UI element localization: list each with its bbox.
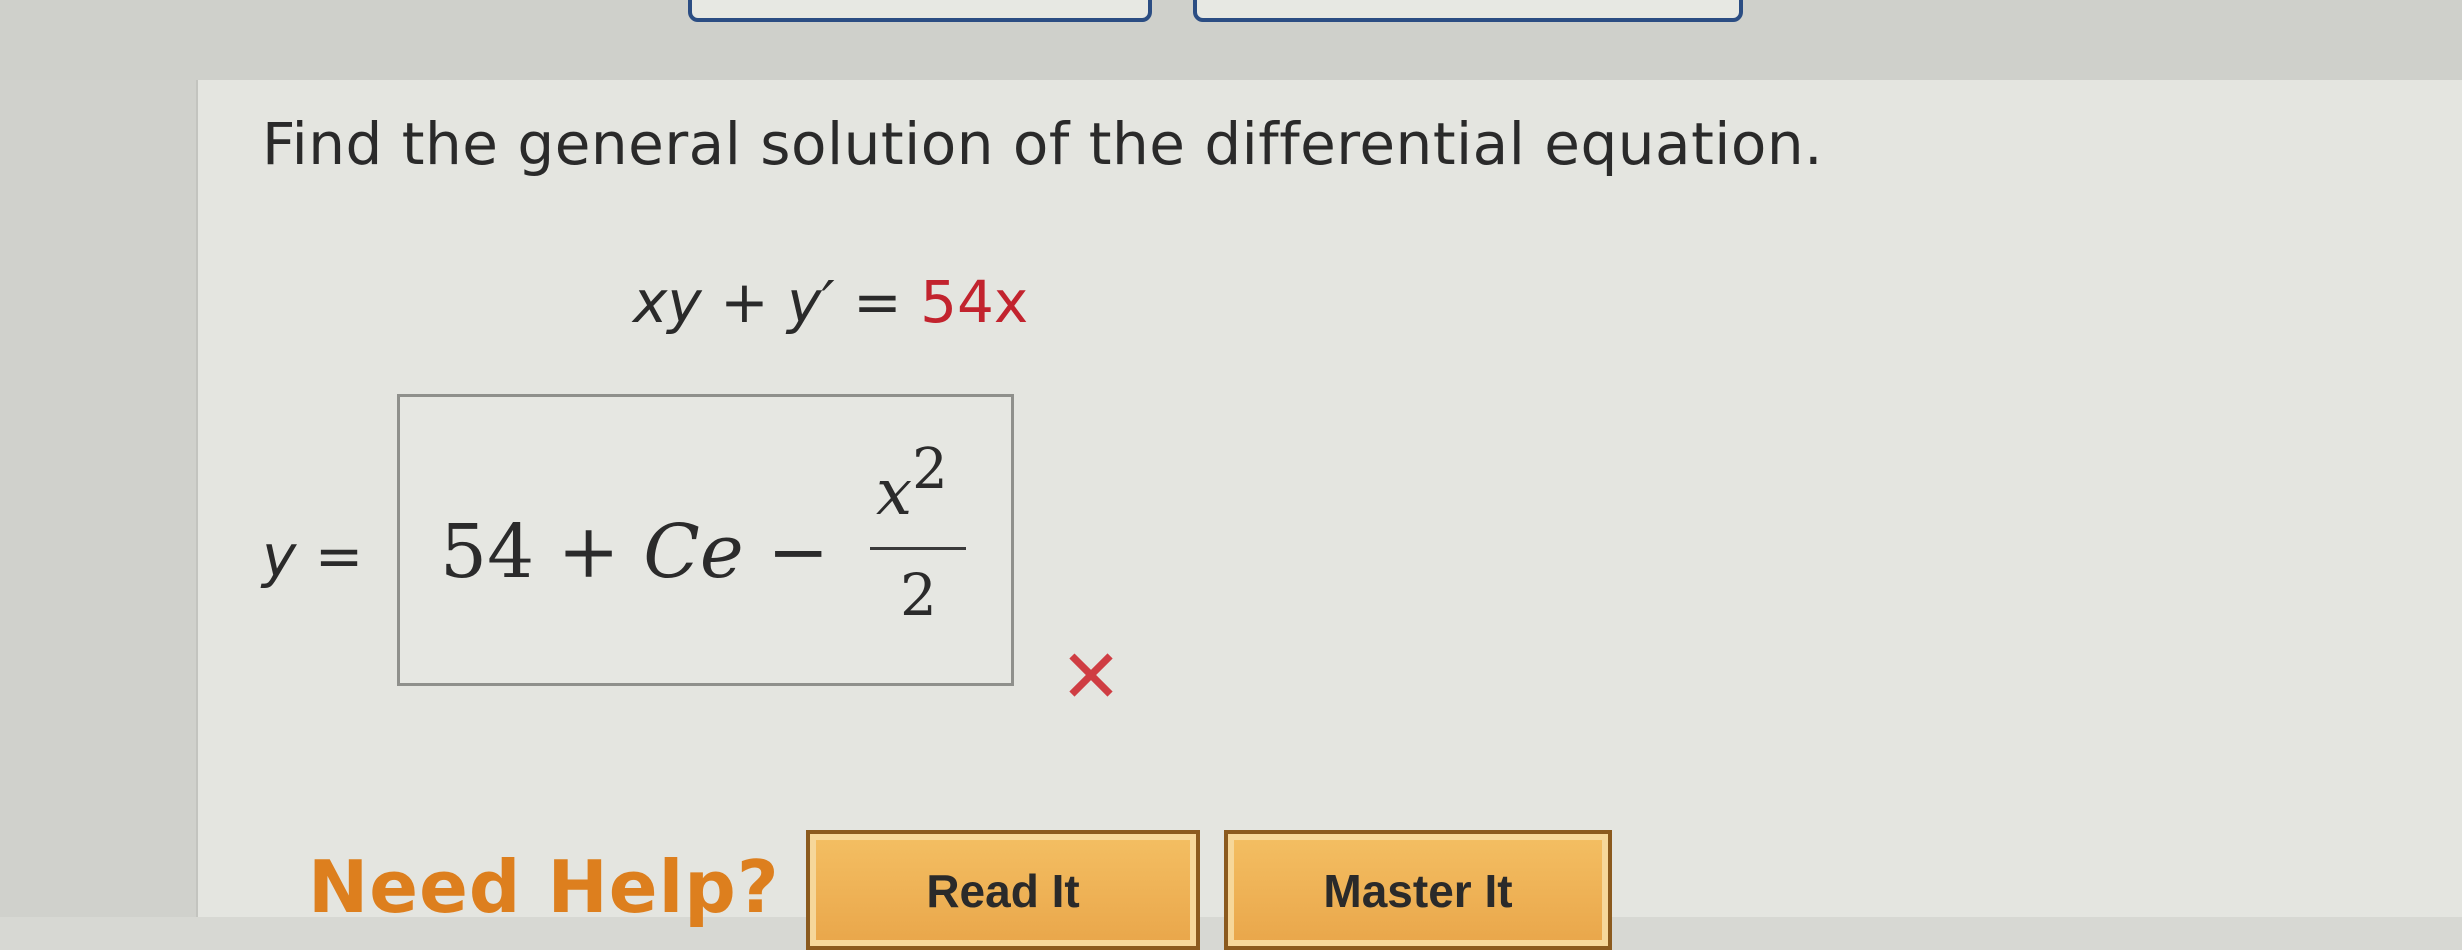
fraction-denominator: 2 bbox=[900, 561, 937, 629]
fraction-numerator: x2 bbox=[876, 437, 948, 530]
answer-minus: − bbox=[743, 509, 830, 595]
equation-lhs-xy: xy bbox=[633, 268, 702, 336]
left-margin bbox=[0, 80, 196, 917]
answer-input-box[interactable]: 54 + Ce − x2 2 bbox=[397, 394, 1014, 686]
fraction-numerator-var: x bbox=[876, 456, 913, 530]
equation-rhs: 54x bbox=[920, 268, 1029, 336]
answer-expression: 54 + Ce − bbox=[440, 509, 829, 595]
answer-label-equals: = bbox=[296, 522, 364, 590]
answer-label-y: y bbox=[262, 522, 297, 590]
top-toolbar-strip bbox=[0, 0, 2462, 80]
differential-equation: xy + y′ = 54x bbox=[633, 268, 1028, 336]
read-it-label: Read It bbox=[926, 865, 1080, 917]
equation-y-prime: y′ bbox=[787, 268, 835, 336]
master-it-button[interactable]: Master It bbox=[1224, 830, 1612, 950]
need-help-label: Need Help? bbox=[308, 845, 780, 929]
read-it-button[interactable]: Read It bbox=[806, 830, 1200, 950]
fraction-bar bbox=[870, 547, 966, 550]
answer-ce: Ce bbox=[643, 509, 744, 595]
question-prompt: Find the general solution of the differe… bbox=[262, 110, 1824, 178]
equation-equals: = bbox=[834, 268, 921, 336]
fraction-numerator-power: 2 bbox=[912, 437, 948, 502]
top-button-left[interactable] bbox=[688, 0, 1152, 22]
top-button-right[interactable] bbox=[1193, 0, 1743, 22]
equation-plus: + bbox=[701, 268, 788, 336]
master-it-label: Master It bbox=[1323, 865, 1513, 917]
answer-label: y = bbox=[262, 522, 363, 590]
incorrect-x-icon: ✕ bbox=[1060, 634, 1123, 720]
answer-constant: 54 + bbox=[440, 509, 644, 595]
